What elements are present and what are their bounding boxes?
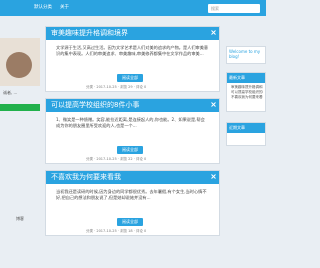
search-input[interactable]: 搜索	[208, 4, 260, 13]
close-icon[interactable]	[211, 30, 216, 35]
read-more-button[interactable]: 阅读全部	[117, 74, 143, 82]
left-sidebar: 诚者, ... 博客	[0, 16, 40, 268]
main-content: 审美趣味提升格调和境界 文学源于生活,又高过生活。因为文学艺术是人们对美的追求的…	[45, 16, 220, 268]
post-excerpt: 1、微笑是一种馈赠。笑容,能拉近距离,是连接起人的,你也能。2、如果说是,帮会成…	[56, 117, 205, 128]
post-excerpt: 文学源于生活,又高过生活。因为文学艺术是人们对美的追求的产物。是人们审美意识的集…	[56, 45, 209, 56]
read-more-button[interactable]: 阅读全部	[117, 146, 143, 154]
post-card: 审美趣味提升格调和境界 文学源于生活,又高过生活。因为文学艺术是人们对美的追求的…	[45, 26, 220, 92]
post-excerpt: 当初我还是读研的时候,因为身边的同学都很优秀。去年暑假,有个女生,当时心情不好,…	[56, 189, 207, 200]
post-card: 不喜欢我为何要来看我 当初我还是读研的时候,因为身边的同学都很优秀。去年暑假,有…	[45, 170, 220, 236]
close-icon[interactable]	[211, 174, 216, 179]
list-item[interactable]: 不喜欢我为何要来看我	[229, 95, 263, 100]
post-title[interactable]: 审美趣味提升格调和境界	[46, 27, 219, 40]
widget-body: 审美趣味提升格调和境界 可以提高学校组织的8件小事 不喜欢我为何要来看我	[227, 83, 265, 102]
right-sidebar: Welcome to my blog! 最新文章 审美趣味提升格调和境界 可以提…	[226, 16, 266, 268]
sidebar-label: 博客	[16, 216, 24, 221]
recent-posts-widget: 最新文章 审美趣味提升格调和境界 可以提高学校组织的8件小事 不喜欢我为何要来看…	[226, 72, 266, 112]
profile-image	[0, 38, 40, 86]
site-logo: Welcome to my blog!	[226, 46, 266, 64]
green-bar	[0, 104, 40, 111]
post-title[interactable]: 不喜欢我为何要来看我	[46, 171, 219, 184]
avatar	[6, 52, 32, 78]
post-title[interactable]: 可以提高学校组织的8件小事	[46, 99, 219, 112]
close-icon[interactable]	[211, 102, 216, 107]
top-nav-bar: 默认分类 关于 搜索	[0, 0, 266, 16]
read-more-button[interactable]: 阅读全部	[117, 218, 143, 226]
widget-title: 近期文章	[227, 123, 265, 133]
widget-title: 最新文章	[227, 73, 265, 83]
profile-caption: 诚者, ...	[3, 90, 18, 95]
post-card: 可以提高学校组织的8件小事 1、微笑是一种馈赠。笑容,能拉近距离,是连接起人的,…	[45, 98, 220, 164]
post-meta: 分类 · 2017-10-25 · 浏览 22 · 评论 0	[86, 157, 147, 161]
recent-articles-widget: 近期文章	[226, 122, 266, 146]
post-meta: 分类 · 2017-10-25 · 浏览 29 · 评论 0	[86, 85, 147, 89]
nav-item-about[interactable]: 关于	[60, 4, 69, 12]
post-meta: 分类 · 2017-10-25 · 浏览 18 · 评论 0	[86, 229, 147, 233]
nav-item-category[interactable]: 默认分类	[34, 4, 52, 12]
nav-links: 默认分类 关于	[34, 4, 69, 12]
